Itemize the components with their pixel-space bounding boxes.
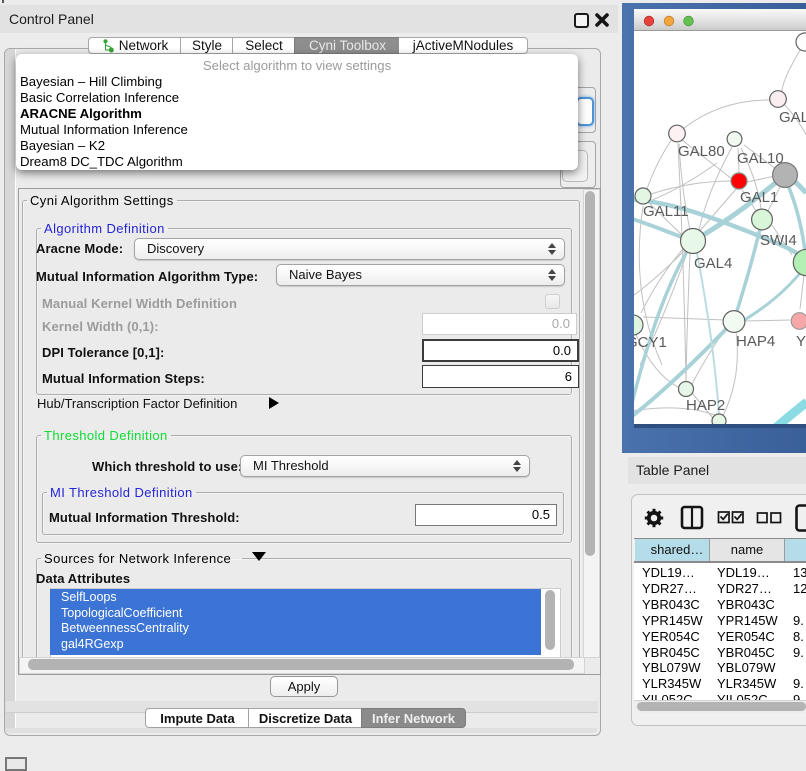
svg-text:GAL: GAL (779, 109, 806, 126)
svg-text:GAL4: GAL4 (694, 255, 732, 272)
svg-text:SWI4: SWI4 (760, 232, 797, 249)
svg-text:GAL80: GAL80 (678, 143, 725, 160)
svg-text:GAL11: GAL11 (643, 203, 689, 220)
svg-text:GAL10: GAL10 (737, 150, 784, 167)
svg-text:HAP2: HAP2 (686, 397, 725, 414)
svg-text:HAP4: HAP4 (736, 333, 775, 350)
svg-text:Y: Y (796, 333, 806, 350)
svg-text:GAL1: GAL1 (740, 189, 778, 206)
